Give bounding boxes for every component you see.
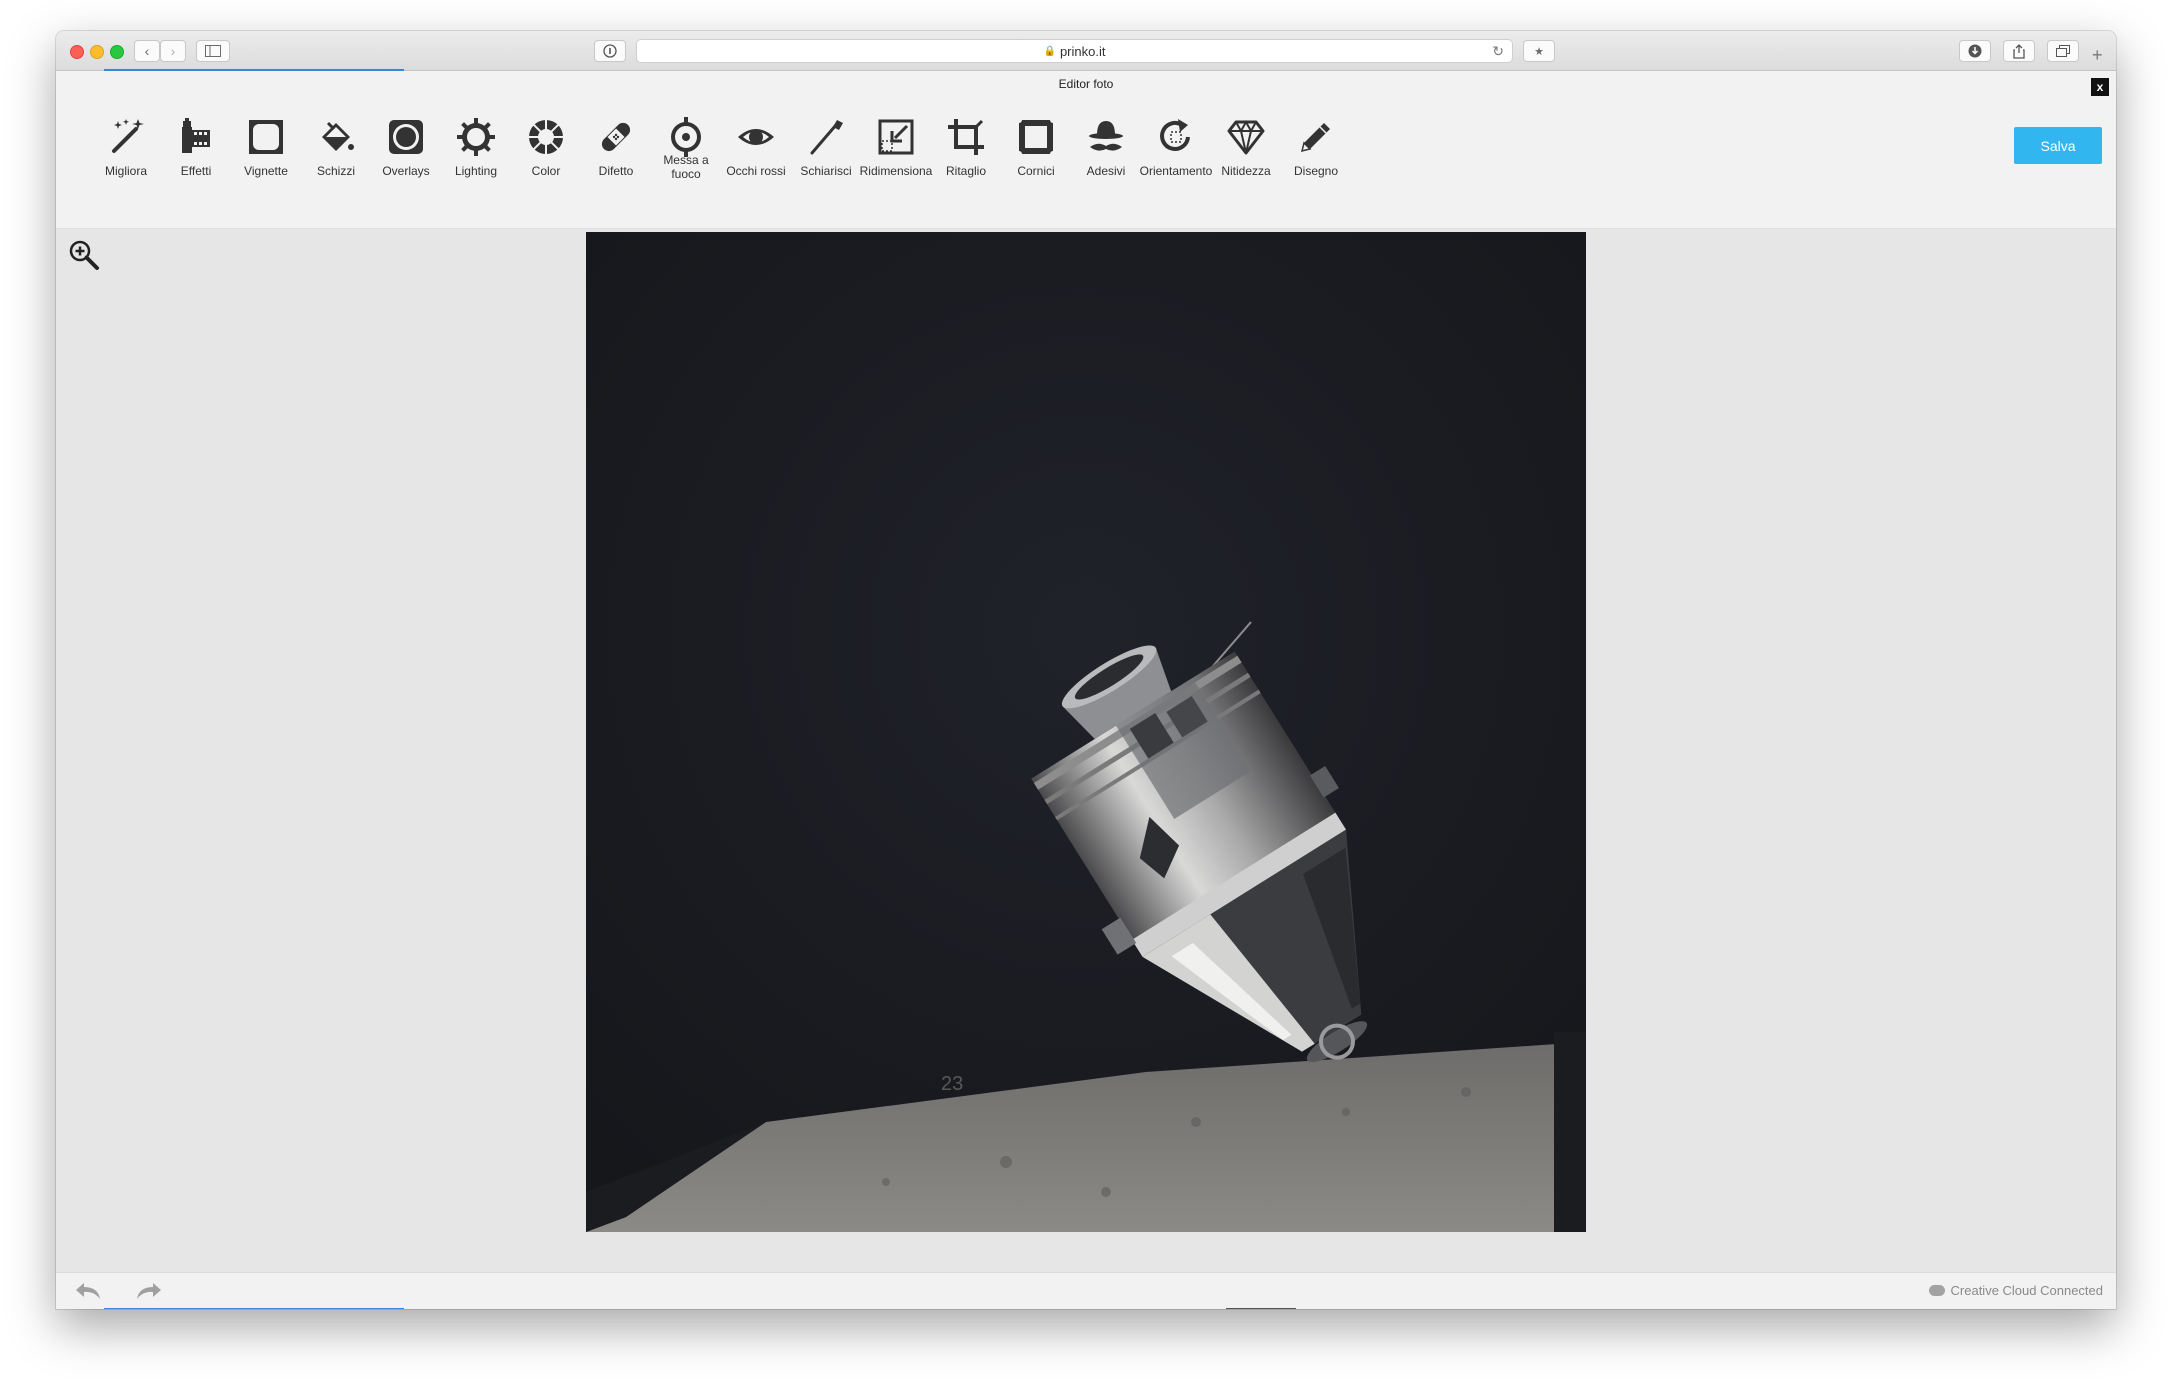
rotate-icon	[1154, 115, 1198, 159]
resize-icon	[874, 115, 918, 159]
chevron-right-icon: ›	[170, 43, 176, 59]
tabs-icon	[2056, 45, 2070, 57]
new-tab-icon[interactable]: +	[2092, 45, 2103, 66]
tool-label: Disegno	[1293, 164, 1339, 178]
star-icon: ★	[1534, 45, 1544, 58]
privacy-report-button[interactable]	[594, 40, 626, 62]
sidebar-toggle-button[interactable]	[196, 40, 230, 62]
address-bar[interactable]: 🔒 prinko.it ↻	[636, 39, 1513, 63]
share-icon	[2013, 43, 2025, 59]
forward-button[interactable]: ›	[160, 40, 186, 62]
hat-mustache-icon	[1084, 115, 1128, 159]
crop-icon	[944, 115, 988, 159]
diamond-icon	[1224, 115, 1268, 159]
bandage-icon	[594, 115, 638, 159]
lock-icon: 🔒	[1043, 45, 1056, 57]
save-button[interactable]: Salva	[2014, 127, 2102, 164]
download-icon	[1968, 44, 1982, 58]
redo-icon[interactable]	[135, 1281, 163, 1306]
chevron-left-icon: ‹	[144, 43, 150, 59]
editor-toolbar: Editor foto x Migliora Effetti Vignette	[56, 71, 2116, 229]
magic-wand-icon	[104, 115, 148, 159]
photo-canvas[interactable]: 23	[586, 232, 1586, 1232]
tool-label: Messa a fuoco	[663, 153, 709, 181]
frame-icon	[1014, 115, 1058, 159]
downloads-button[interactable]	[1959, 40, 1991, 62]
eye-icon	[734, 115, 778, 159]
brush-icon	[804, 115, 848, 159]
tool-label: Difetto	[598, 164, 634, 178]
tabs-overview-button[interactable]	[2047, 40, 2079, 62]
tool-disegno[interactable]: Disegno	[1281, 111, 1351, 187]
pencil-icon	[1294, 115, 1338, 159]
paint-bucket-icon	[314, 115, 358, 159]
creative-cloud-icon	[1928, 1285, 1945, 1296]
browser-window: ‹ › 🔒 prinko.it ↻ ★ + Editor foto x Migl…	[56, 31, 2116, 1309]
bottom-divider-mark	[1226, 1308, 1296, 1309]
creative-cloud-status: Creative Cloud Connected	[1928, 1283, 2103, 1298]
zoom-window-button[interactable]	[110, 45, 124, 59]
vignette-icon	[244, 115, 288, 159]
tool-difetto[interactable]: Difetto	[581, 111, 651, 187]
photo-frame-number: 23	[941, 1073, 963, 1095]
creative-cloud-label: Creative Cloud Connected	[1950, 1283, 2103, 1298]
url-text: prinko.it	[1059, 43, 1106, 59]
bottom-progress-bar	[104, 1308, 404, 1309]
info-shield-icon	[603, 44, 617, 58]
sun-icon	[454, 115, 498, 159]
bookmark-button[interactable]: ★	[1523, 40, 1555, 62]
back-button[interactable]: ‹	[134, 40, 160, 62]
reload-icon[interactable]: ↻	[1492, 43, 1504, 60]
close-editor-button[interactable]: x	[2091, 78, 2109, 96]
zoom-in-icon[interactable]	[68, 239, 100, 276]
overlay-icon	[384, 115, 428, 159]
film-icon	[174, 115, 218, 159]
editor-footer: Creative Cloud Connected	[56, 1272, 2116, 1309]
close-window-button[interactable]	[70, 45, 84, 59]
browser-titlebar: ‹ › 🔒 prinko.it ↻ ★ +	[56, 31, 2116, 71]
sidebar-icon	[205, 45, 221, 57]
minimize-window-button[interactable]	[90, 45, 104, 59]
undo-icon[interactable]	[74, 1281, 102, 1306]
color-wheel-icon	[524, 115, 568, 159]
editor-title: Editor foto	[1058, 77, 1114, 91]
share-button[interactable]	[2003, 40, 2035, 62]
spacecraft-photo: 23	[586, 232, 1586, 1232]
